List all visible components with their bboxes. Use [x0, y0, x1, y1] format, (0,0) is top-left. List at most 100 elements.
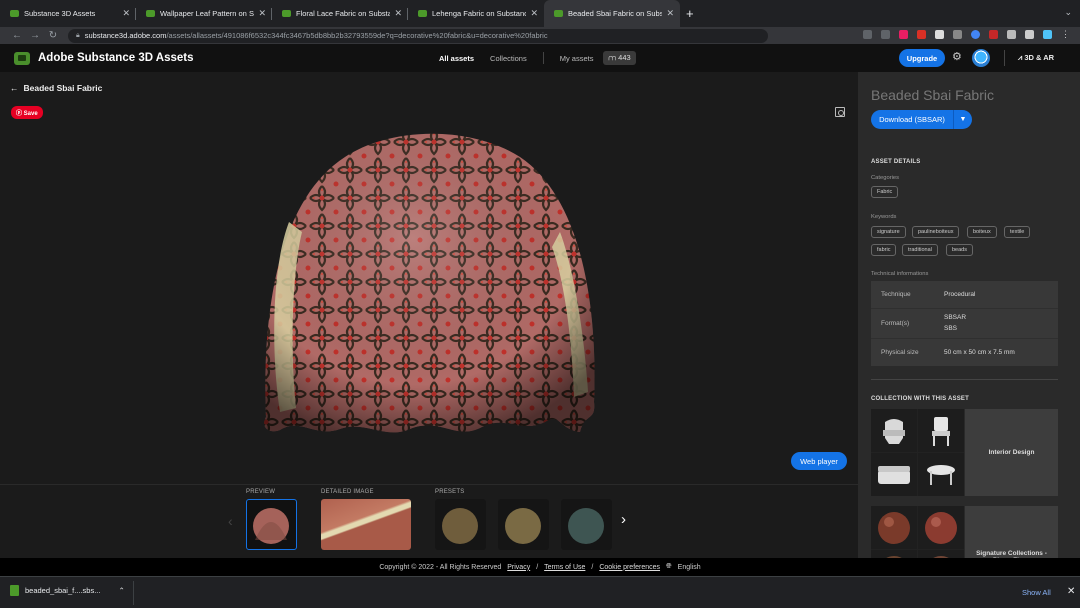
table-row: Technique Procedural: [871, 281, 1058, 308]
download-button[interactable]: Download (SBSAR) ▼: [871, 110, 972, 129]
bookmark-star-icon[interactable]: [881, 30, 890, 39]
preview-label: PREVIEW: [246, 489, 276, 495]
upgrade-button[interactable]: Upgrade: [899, 49, 945, 67]
preset-thumbnail[interactable]: [498, 499, 549, 550]
sidebar-icon[interactable]: [1025, 30, 1034, 39]
substance-favicon-icon: [554, 10, 563, 17]
fabric-preview-render[interactable]: [0, 72, 858, 484]
chrome-menu-icon[interactable]: ⋮: [1061, 29, 1070, 40]
extensions-area: ⋮: [863, 29, 1070, 40]
browser-tab[interactable]: Wallpaper Leaf Pattern on Sub ✕: [136, 0, 272, 27]
extension-icon[interactable]: [989, 30, 998, 39]
separator: /: [591, 563, 594, 571]
back-icon[interactable]: ←: [8, 30, 26, 41]
file-icon: [10, 585, 19, 596]
language-selector[interactable]: English: [678, 564, 701, 571]
globe-icon: 🌐︎: [666, 563, 672, 570]
asset-count-badge[interactable]: ⩋ 443: [603, 51, 636, 65]
category-chip[interactable]: Fabric: [871, 186, 899, 198]
detailed-image-thumbnail[interactable]: [321, 499, 411, 550]
show-all-button[interactable]: Show All: [1022, 588, 1051, 597]
material-sphere-thumbnail: [918, 550, 964, 558]
keyword-chip[interactable]: signature: [871, 226, 906, 238]
app-title[interactable]: Adobe Substance 3D Assets: [38, 52, 194, 64]
browser-tab[interactable]: Substance 3D Assets ✕: [0, 0, 136, 27]
substance-logo-icon[interactable]: [14, 51, 30, 65]
close-tab-icon[interactable]: ✕: [258, 8, 266, 19]
tab-title: Lehenga Fabric on Substance: [432, 9, 527, 18]
3d-ar-link[interactable]: ⩘ 3D & AR: [1018, 53, 1054, 63]
close-tab-icon[interactable]: ✕: [394, 8, 402, 19]
preview-thumbnail[interactable]: [246, 499, 297, 550]
close-icon[interactable]: ✕: [1067, 586, 1075, 597]
preset-thumbnail[interactable]: [561, 499, 612, 550]
address-bar[interactable]: 🔒︎ substance3d.adobe.com/assets/allasset…: [68, 28, 768, 43]
extension-icon[interactable]: [953, 30, 962, 39]
keyword-chip[interactable]: beads: [946, 244, 973, 256]
armchair-thumbnail: [871, 409, 917, 452]
3d-ar-label: 3D & AR: [1024, 53, 1055, 62]
chevron-right-icon[interactable]: ›: [621, 511, 626, 528]
gear-icon[interactable]: ⚙: [952, 50, 962, 63]
share-icon[interactable]: [863, 30, 872, 39]
close-tab-icon[interactable]: ✕: [122, 8, 130, 19]
tab-title: Beaded Sbai Fabric on Substa: [568, 9, 663, 18]
keyword-chip[interactable]: textile: [1004, 226, 1031, 238]
pocket-extension-icon[interactable]: [899, 30, 908, 39]
close-tab-icon[interactable]: ✕: [530, 8, 538, 19]
collection-thumbnails: [871, 506, 964, 558]
chevron-left-icon[interactable]: ‹: [228, 513, 233, 529]
divider: [133, 581, 134, 605]
web-player-button[interactable]: Web player: [791, 452, 847, 470]
browser-tab[interactable]: Lehenga Fabric on Substance ✕: [408, 0, 544, 27]
nav-collections[interactable]: Collections: [490, 54, 527, 63]
new-tab-button[interactable]: +: [686, 0, 694, 27]
lock-icon: 🔒︎: [76, 31, 80, 39]
table-row: Physical size 50 cm x 50 cm x 7.5 mm: [871, 338, 1058, 366]
reload-icon[interactable]: ↻: [44, 30, 62, 41]
browser-tab[interactable]: Floral Lace Fabric on Substanc ✕: [272, 0, 408, 27]
table-key: Technique: [881, 291, 911, 298]
material-sphere-thumbnail: [918, 506, 964, 549]
nav-all-assets[interactable]: All assets: [439, 54, 474, 63]
adblock-extension-icon[interactable]: [917, 30, 926, 39]
download-label: Download (SBSAR): [879, 115, 945, 124]
forward-icon[interactable]: →: [26, 30, 44, 41]
cookie-preferences-link[interactable]: Cookie preferences: [599, 564, 660, 571]
table-value: 50 cm x 50 cm x 7.5 mm: [944, 349, 1015, 356]
collection-card[interactable]: Signature Collections - Pierre Fleau: [871, 506, 1058, 558]
collection-title: Signature Collections - Pierre Fleau: [965, 506, 1058, 558]
keyword-chip[interactable]: paulineboiteux: [912, 226, 960, 238]
privacy-link[interactable]: Privacy: [507, 564, 530, 571]
substance-favicon-icon: [418, 10, 427, 17]
header-divider: [1004, 50, 1005, 66]
collection-card[interactable]: Interior Design: [871, 409, 1058, 496]
preset-thumbnail[interactable]: [435, 499, 486, 550]
terms-link[interactable]: Terms of Use: [544, 564, 585, 571]
extension-icon[interactable]: [935, 30, 944, 39]
keyword-chip[interactable]: fabric: [871, 244, 897, 256]
profile-extension-icon[interactable]: [1043, 30, 1052, 39]
downloads-bar: beaded_sbai_f....sbs... ⌃ Show All ✕: [0, 576, 1080, 608]
main-nav: All assets Collections My assets ⩋ 443: [439, 44, 636, 72]
app-header: Adobe Substance 3D Assets All assets Col…: [0, 44, 1080, 72]
avatar[interactable]: [972, 49, 990, 67]
table-value: SBSAR: [944, 314, 967, 321]
tab-title: Substance 3D Assets: [24, 9, 96, 18]
keyword-chip[interactable]: boiteux: [967, 226, 997, 238]
substance-favicon-icon: [282, 10, 291, 17]
window-menu-icon[interactable]: ⌄: [1064, 7, 1072, 18]
keyword-chip[interactable]: traditional: [902, 244, 938, 256]
asset-details-panel: Beaded Sbai Fabric Download (SBSAR) ▼ AS…: [858, 72, 1080, 558]
collection-heading: COLLECTION WITH THIS ASSET: [871, 396, 969, 402]
table-value: SBS: [944, 325, 958, 332]
chevron-up-icon[interactable]: ⌃: [118, 586, 124, 595]
download-item[interactable]: beaded_sbai_f....sbs... ⌃: [10, 585, 125, 596]
puzzle-extensions-icon[interactable]: [1007, 30, 1016, 39]
nav-my-assets[interactable]: My assets: [560, 54, 594, 63]
url-path: /assets/allassets/491086f6532c344fc3467b…: [166, 31, 548, 40]
extension-icon[interactable]: [971, 30, 980, 39]
chevron-down-icon[interactable]: ▼: [953, 110, 972, 129]
browser-tab-active[interactable]: Beaded Sbai Fabric on Substa ✕: [544, 0, 680, 27]
close-tab-icon[interactable]: ✕: [666, 8, 674, 19]
